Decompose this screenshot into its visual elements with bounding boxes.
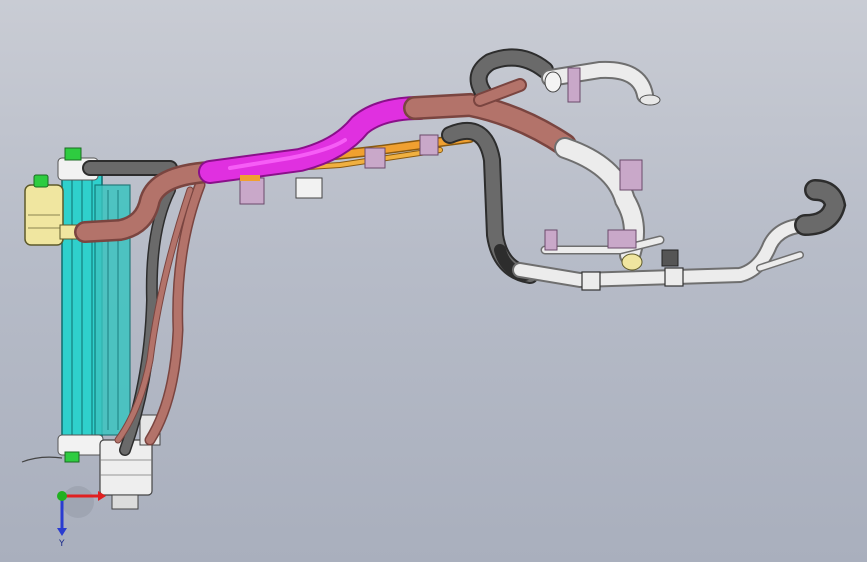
coordinate-triad: Y [57,486,106,549]
selected-hose[interactable] [198,96,432,184]
triad-y-label: Y [58,539,65,549]
upper-right-pipe-loop[interactable] [469,48,654,107]
cooling-hose-assembly-model[interactable]: Y [0,0,867,562]
middle-dark-hose[interactable] [441,122,539,284]
radiator-cap[interactable] [64,147,82,161]
outlet-dark-hose[interactable] [794,179,847,236]
cad-viewport[interactable]: Y [0,0,867,562]
